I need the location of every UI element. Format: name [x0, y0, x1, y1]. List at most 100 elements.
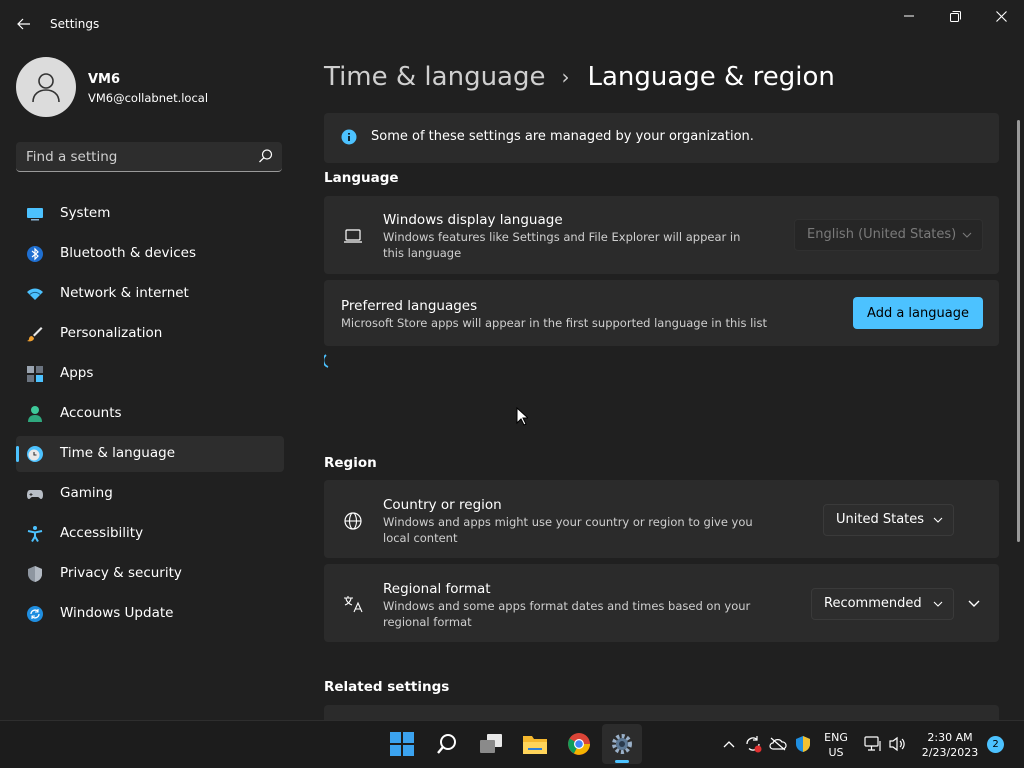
shield-icon — [28, 566, 42, 582]
task-view-button[interactable] — [471, 724, 511, 764]
sidebar-item-gaming[interactable]: Gaming — [16, 476, 284, 512]
laptop-icon — [344, 229, 362, 243]
country-region-title: Country or region — [383, 497, 502, 513]
related-settings-card[interactable] — [324, 705, 999, 720]
globe-icon — [344, 512, 362, 530]
expand-chevron-icon[interactable] — [967, 598, 981, 610]
minimize-icon — [904, 15, 914, 17]
banner-text: Some of these settings are managed by yo… — [371, 129, 754, 144]
display-language-title: Windows display language — [383, 212, 563, 228]
security-shield-icon — [796, 736, 810, 752]
active-app-indicator — [615, 760, 629, 763]
clock-date: 2/23/2023 — [921, 746, 979, 759]
sidebar-item-label: Gaming — [60, 485, 113, 501]
sidebar-item-label: Time & language — [60, 445, 176, 461]
selected-indicator — [16, 446, 19, 462]
page-title: Language & region — [587, 62, 835, 92]
gear-icon — [612, 734, 632, 754]
managed-banner: Some of these settings are managed by yo… — [324, 113, 999, 163]
country-region-dropdown[interactable]: United States — [823, 504, 954, 536]
input-language-indicator[interactable]: ENG US — [823, 730, 849, 760]
windows-logo-icon — [390, 732, 414, 756]
back-button[interactable] — [10, 12, 38, 36]
accounts-icon — [28, 406, 42, 422]
task-view-icon — [480, 734, 502, 753]
info-icon — [341, 129, 357, 145]
back-arrow-icon — [17, 18, 30, 30]
search-icon[interactable] — [258, 148, 274, 164]
country-region-description: Windows and apps might use your country … — [383, 515, 753, 545]
tray-security-button[interactable] — [794, 735, 812, 753]
tray-sync-button[interactable] — [744, 735, 762, 753]
scrollbar[interactable] — [1017, 120, 1020, 542]
close-icon — [995, 10, 1007, 22]
sidebar-item-label: Apps — [60, 365, 94, 381]
sidebar-item-apps[interactable]: Apps — [16, 356, 284, 392]
minimize-button[interactable] — [886, 0, 932, 32]
loading-spinner-icon — [324, 354, 329, 368]
volume-icon — [889, 736, 905, 752]
mouse-cursor-icon — [516, 407, 528, 426]
tray-overflow-button[interactable] — [720, 735, 738, 753]
tray-volume-button[interactable] — [889, 735, 907, 753]
sidebar-item-time-language[interactable]: Time & language — [16, 436, 284, 472]
regional-format-dropdown[interactable]: Recommended — [811, 588, 954, 620]
display-language-dropdown: English (United States) — [794, 219, 983, 251]
chevron-up-icon — [723, 741, 735, 748]
bluetooth-icon — [27, 246, 43, 262]
apps-icon — [27, 366, 43, 382]
breadcrumb: Time & language › Language & region — [324, 60, 835, 94]
search-input[interactable] — [16, 142, 258, 172]
sidebar-item-bluetooth[interactable]: Bluetooth & devices — [16, 236, 284, 272]
sidebar-item-label: Privacy & security — [60, 565, 182, 581]
restore-button[interactable] — [932, 0, 978, 32]
sidebar-item-label: System — [60, 205, 111, 221]
sidebar-item-privacy[interactable]: Privacy & security — [16, 556, 284, 592]
input-language-code: ENG — [824, 731, 848, 744]
sidebar-item-label: Accessibility — [60, 525, 144, 541]
app-title: Settings — [50, 17, 100, 31]
display-language-value: English (United States) — [807, 227, 957, 242]
settings-taskbar-button[interactable] — [602, 724, 642, 764]
sidebar-item-label: Windows Update — [60, 605, 174, 621]
sidebar-item-network[interactable]: Network & internet — [16, 276, 284, 312]
regional-format-title: Regional format — [383, 581, 491, 597]
chevron-right-icon: › — [561, 65, 570, 89]
preferred-languages-title: Preferred languages — [341, 298, 478, 314]
regional-format-description: Windows and some apps format dates and t… — [383, 599, 751, 629]
notification-badge[interactable]: 2 — [987, 736, 1004, 753]
search-box[interactable] — [16, 142, 282, 172]
add-language-button[interactable]: Add a language — [853, 297, 983, 329]
file-explorer-button[interactable] — [515, 724, 555, 764]
title-bar — [0, 0, 1024, 48]
network-icon — [27, 288, 43, 300]
sidebar-item-system[interactable]: System — [16, 196, 284, 232]
sidebar-item-personalization[interactable]: Personalization — [16, 316, 284, 352]
clock-time: 2:30 AM — [927, 731, 973, 744]
taskbar-clock[interactable]: 2:30 AM 2/23/2023 — [915, 730, 985, 760]
country-region-value: United States — [836, 512, 925, 527]
sidebar-item-accounts[interactable]: Accounts — [16, 396, 284, 432]
input-region-code: US — [828, 746, 844, 759]
sidebar-item-label: Network & internet — [60, 285, 189, 301]
sidebar-item-label: Bluetooth & devices — [60, 245, 197, 261]
tray-network-button[interactable] — [864, 735, 882, 753]
close-button[interactable] — [978, 0, 1024, 32]
avatar[interactable] — [16, 57, 76, 117]
breadcrumb-parent[interactable]: Time & language — [324, 62, 545, 92]
search-icon — [437, 734, 456, 754]
preferred-languages-description: Microsoft Store apps will appear in the … — [341, 316, 767, 330]
taskbar-search-button[interactable] — [427, 724, 467, 764]
user-icon — [32, 73, 60, 103]
sidebar-item-accessibility[interactable]: Accessibility — [16, 516, 284, 552]
sidebar-item-windows-update[interactable]: Windows Update — [16, 596, 284, 632]
sidebar-item-label: Personalization — [60, 325, 163, 341]
display-language-description: Windows features like Settings and File … — [383, 230, 741, 260]
gamepad-icon — [27, 490, 43, 499]
section-title-region: Region — [324, 455, 377, 471]
chevron-down-icon — [962, 232, 972, 238]
tray-onedrive-button[interactable] — [769, 735, 787, 753]
start-button[interactable] — [382, 724, 422, 764]
cloud-offline-icon — [769, 737, 787, 751]
chrome-button[interactable] — [559, 724, 599, 764]
